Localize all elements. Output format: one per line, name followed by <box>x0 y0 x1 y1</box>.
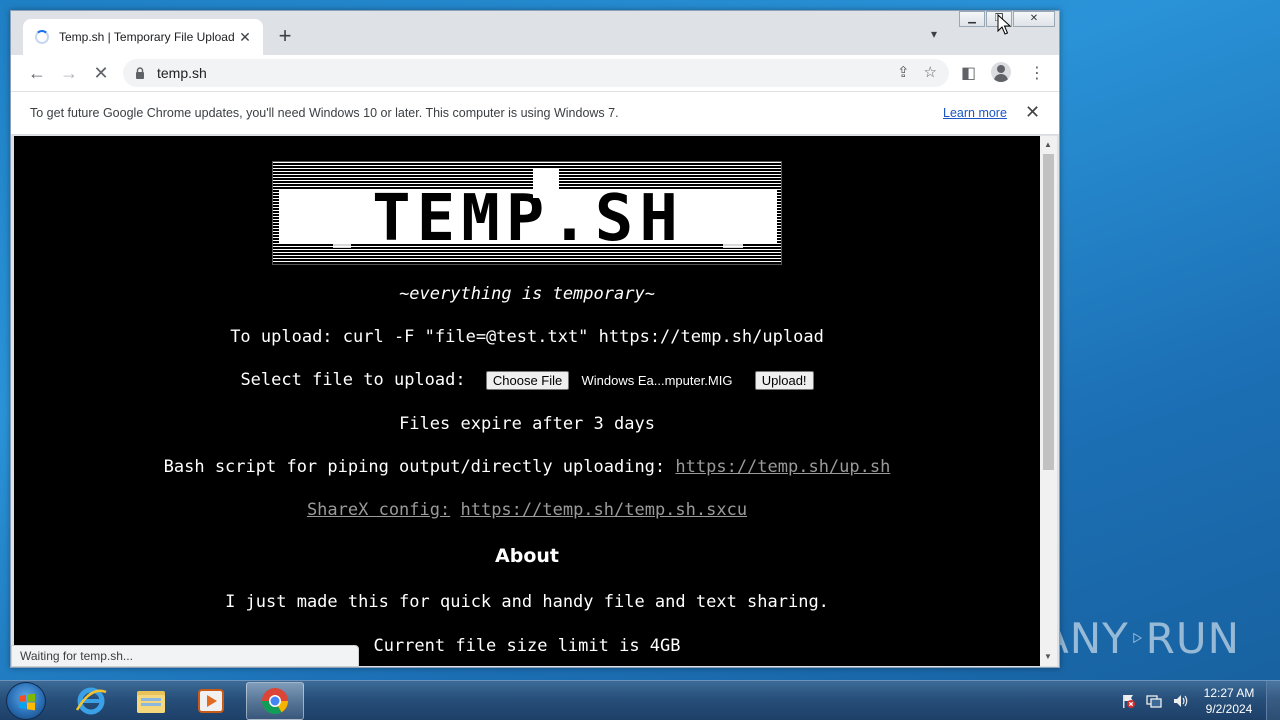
start-button[interactable] <box>6 682 46 720</box>
profile-avatar-icon <box>991 62 1011 82</box>
clock-date: 9/2/2024 <box>1205 702 1253 716</box>
tab-search-chevron-icon[interactable]: ▾ <box>931 27 937 41</box>
share-icon[interactable]: ⇪ <box>897 63 910 81</box>
sharex-config-label-link[interactable]: ShareX config: <box>307 500 450 520</box>
about-heading: About <box>495 545 559 567</box>
anyrun-watermark: ANY RUN <box>1040 606 1240 670</box>
sharex-row: ShareX config: https://temp.sh/temp.sh.s… <box>14 500 1040 520</box>
bash-script-row: Bash script for piping output/directly u… <box>14 457 1040 477</box>
tagline: ~everything is temporary~ <box>399 284 655 304</box>
mouse-cursor-icon <box>997 14 1011 35</box>
taskbar-media-player[interactable] <box>182 682 240 720</box>
choose-file-button[interactable]: Choose File <box>485 370 570 390</box>
temp-sh-logo: TEMP.SH <box>272 161 782 265</box>
folder-icon <box>137 691 165 713</box>
select-file-label: Select file to upload: <box>240 370 466 390</box>
bash-script-label: Bash script for piping output/directly u… <box>163 457 666 477</box>
loading-spinner-icon <box>35 30 49 44</box>
scroll-down-icon[interactable]: ▼ <box>1044 652 1052 661</box>
media-player-icon <box>198 689 224 713</box>
side-panel-icon[interactable]: ◧ <box>961 63 976 83</box>
network-icon[interactable] <box>1146 693 1162 709</box>
bash-script-link[interactable]: https://temp.sh/up.sh <box>675 457 890 477</box>
sharex-config-link[interactable]: https://temp.sh/temp.sh.sxcu <box>460 500 747 520</box>
infobar-message: To get future Google Chrome updates, you… <box>30 106 619 120</box>
show-desktop-button[interactable] <box>1266 681 1280 720</box>
tab-strip: Temp.sh | Temporary File Upload ✕ + ▾ ▁ … <box>11 11 1059 55</box>
upload-button[interactable]: Upload! <box>754 370 814 390</box>
taskbar-internet-explorer[interactable] <box>62 682 120 720</box>
system-tray <box>1120 681 1190 720</box>
volume-icon[interactable] <box>1172 693 1190 709</box>
new-tab-button[interactable]: + <box>273 25 297 49</box>
stop-loading-icon[interactable]: ✕ <box>89 61 113 85</box>
tab-title: Temp.sh | Temporary File Upload <box>59 30 235 44</box>
update-infobar: To get future Google Chrome updates, you… <box>11 91 1059 135</box>
minimize-button[interactable]: ▁ <box>959 11 985 27</box>
scroll-up-icon[interactable]: ▲ <box>1044 140 1052 149</box>
logo-ascii-art: TEMP.SH <box>273 162 781 264</box>
learn-more-link[interactable]: Learn more <box>943 106 1007 120</box>
profile-button[interactable] <box>991 62 1011 82</box>
scrollbar-thumb[interactable] <box>1043 154 1054 470</box>
expire-text: Files expire after 3 days <box>399 414 655 434</box>
close-window-button[interactable]: ✕ <box>1013 11 1055 27</box>
page-content: TEMP.SH ~everything is temporary~ To upl… <box>14 136 1040 666</box>
windows-logo-icon <box>19 693 35 711</box>
back-arrow-icon[interactable]: ← <box>25 61 49 85</box>
toolbar: ← → ✕ temp.sh ⇪ ☆ ◧ ⋮ <box>11 55 1059 91</box>
address-bar[interactable]: temp.sh ⇪ ☆ <box>123 59 949 87</box>
taskbar-file-explorer[interactable] <box>122 682 180 720</box>
chosen-file-name: Windows Ea...mputer.MIG <box>581 372 733 388</box>
url-text: temp.sh <box>157 65 207 81</box>
chrome-window: Temp.sh | Temporary File Upload ✕ + ▾ ▁ … <box>10 10 1060 668</box>
page-scrollbar[interactable]: ▲ ▼ <box>1040 136 1057 666</box>
internet-explorer-icon <box>75 687 107 715</box>
infobar-close-icon[interactable]: ✕ <box>1025 102 1040 123</box>
clock[interactable]: 12:27 AM 9/2/2024 <box>1196 685 1262 717</box>
forward-arrow-icon[interactable]: → <box>57 61 81 85</box>
tab-temp-sh[interactable]: Temp.sh | Temporary File Upload ✕ <box>23 19 263 55</box>
taskbar-chrome[interactable] <box>246 682 304 720</box>
clock-time: 12:27 AM <box>1203 686 1255 700</box>
file-upload-row: Select file to upload: Choose File Windo… <box>14 370 1040 390</box>
chrome-icon <box>261 688 289 715</box>
action-center-flag-icon[interactable] <box>1120 693 1136 709</box>
bookmark-star-icon[interactable]: ☆ <box>924 63 937 81</box>
menu-kebab-icon[interactable]: ⋮ <box>1029 63 1045 83</box>
play-logo-icon <box>1133 632 1142 644</box>
upload-command: To upload: curl -F "file=@test.txt" http… <box>230 327 824 347</box>
loading-status-bubble: Waiting for temp.sh... <box>11 645 359 667</box>
about-text: I just made this for quick and handy fil… <box>225 592 829 612</box>
logo-text: TEMP.SH <box>372 182 684 256</box>
lock-icon <box>136 67 144 79</box>
windows-taskbar: 12:27 AM 9/2/2024 <box>0 680 1280 720</box>
tab-close-icon[interactable]: ✕ <box>237 29 253 46</box>
